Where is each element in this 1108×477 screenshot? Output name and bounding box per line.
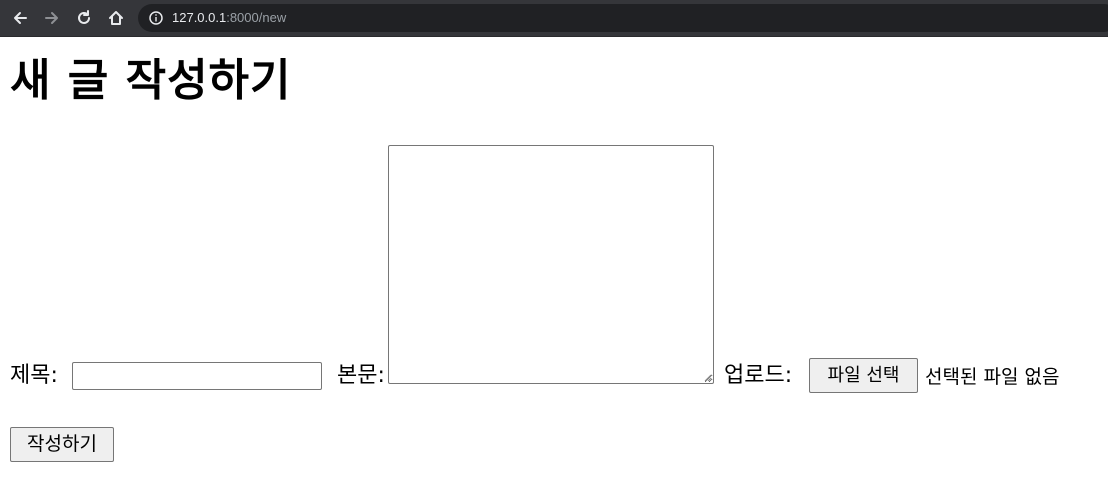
submit-button[interactable]: 작성하기 [10,427,114,462]
back-arrow-icon[interactable] [8,6,32,30]
home-icon[interactable] [104,6,128,30]
resize-grip-icon[interactable] [703,373,712,382]
forward-arrow-icon[interactable] [40,6,64,30]
url-text: 127.0.0.1:8000/new [172,10,286,26]
address-bar[interactable]: 127.0.0.1:8000/new [138,4,1108,32]
file-status: 선택된 파일 없음 [925,366,1060,388]
title-label: 제목: [10,363,58,388]
upload-label: 업로드: [724,363,793,388]
page-title: 새 글 작성하기 [10,55,292,106]
body-label: 본문: [337,363,385,388]
browser-toolbar: 127.0.0.1:8000/new [0,0,1108,37]
file-select-button[interactable]: 파일 선택 [809,358,918,393]
body-textarea[interactable] [388,145,714,384]
url-path: :8000/new [226,10,287,25]
page-content: 새 글 작성하기 제목: 본문: 업로드: 파일 선택 선택된 파일 없음 작성… [0,37,1108,477]
title-input[interactable] [72,362,322,390]
url-host: 127.0.0.1 [172,10,227,25]
reload-icon[interactable] [72,6,96,30]
info-icon[interactable] [148,10,164,26]
